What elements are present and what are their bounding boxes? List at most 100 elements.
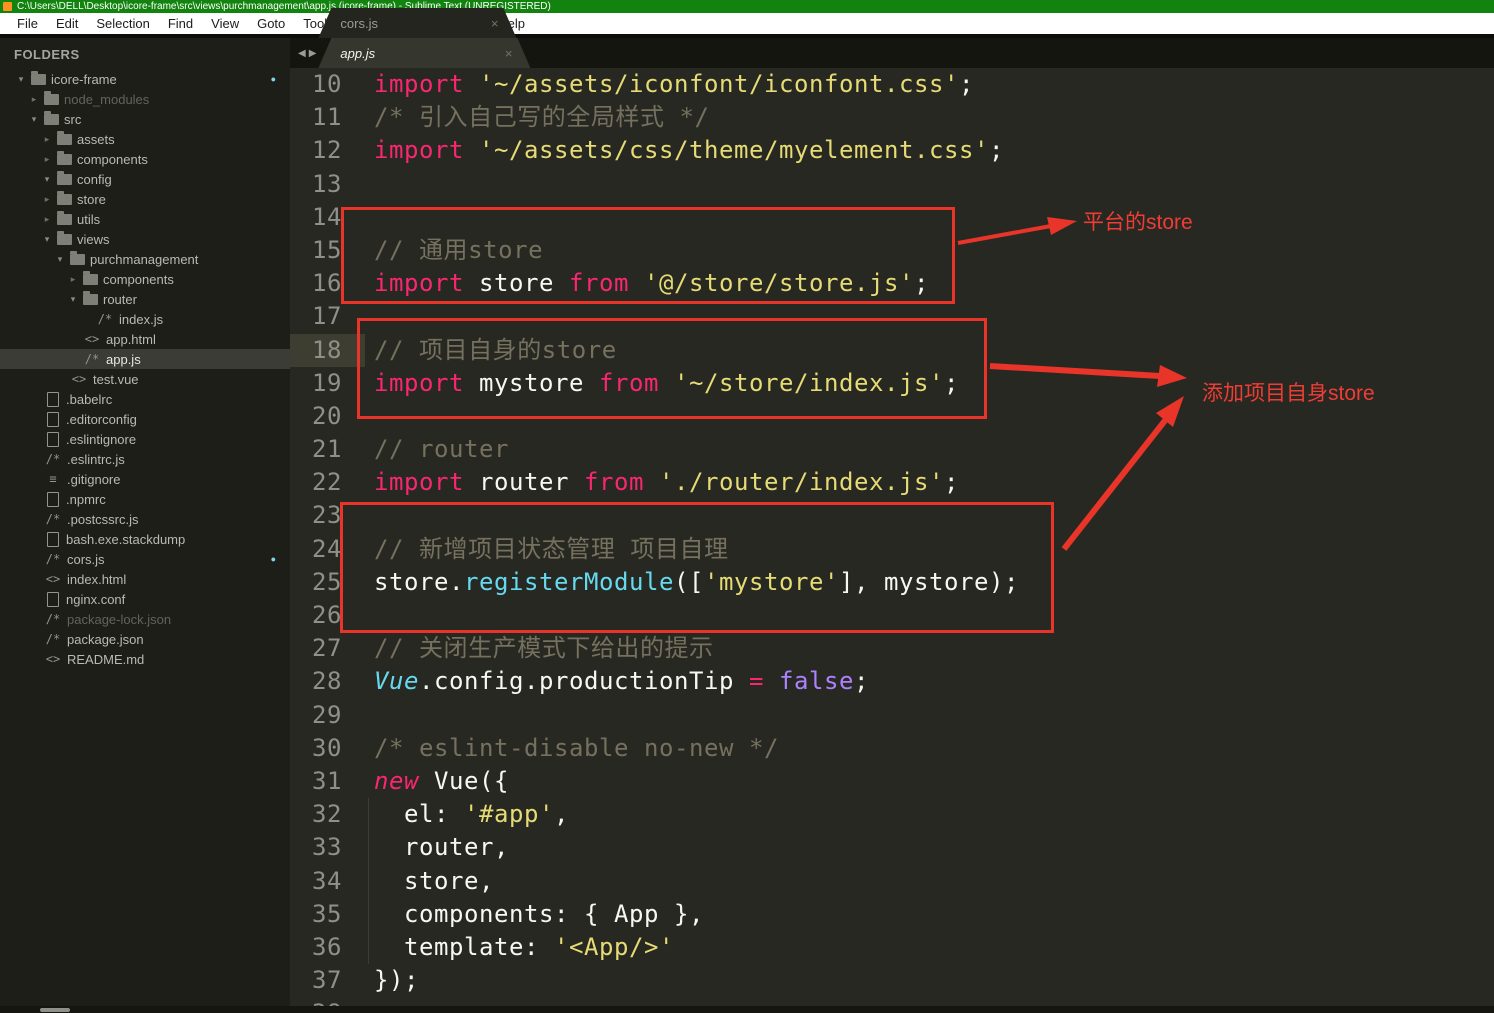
code-line-15[interactable]: 15// 通用store bbox=[290, 234, 1494, 267]
code-line-24[interactable]: 24// 新增项目状态管理 项目自理 bbox=[290, 533, 1494, 566]
tab-app-js[interactable]: app.js× bbox=[318, 38, 530, 68]
code-line-19[interactable]: 19import mystore from '~/store/index.js'… bbox=[290, 367, 1494, 400]
chevron-down-icon[interactable]: ▾ bbox=[42, 234, 52, 245]
menu-item-file[interactable]: File bbox=[8, 16, 47, 31]
tree-item-app-js[interactable]: /*app.js bbox=[0, 349, 290, 369]
tree-item-views[interactable]: ▾views bbox=[0, 229, 290, 249]
tree-item-router[interactable]: ▾router bbox=[0, 289, 290, 309]
tree-item-purchmanagement[interactable]: ▾purchmanagement bbox=[0, 249, 290, 269]
line-number: 27 bbox=[290, 632, 351, 665]
folder-icon bbox=[57, 134, 72, 145]
code-line-29[interactable]: 29 bbox=[290, 699, 1494, 732]
tree-item-assets[interactable]: ▸assets bbox=[0, 129, 290, 149]
chevron-down-icon[interactable]: ▾ bbox=[42, 174, 52, 185]
code-text: template: '<App/>' bbox=[351, 931, 674, 964]
chevron-right-icon[interactable]: ▸ bbox=[42, 134, 52, 145]
chevron-down-icon[interactable]: ▾ bbox=[68, 294, 78, 305]
markup-file-icon: <> bbox=[70, 372, 88, 386]
close-icon[interactable]: × bbox=[491, 16, 499, 31]
code-line-32[interactable]: 32 el: '#app', bbox=[290, 798, 1494, 831]
chevron-right-icon[interactable]: ▸ bbox=[42, 154, 52, 165]
tree-item-babelrc[interactable]: .babelrc bbox=[0, 389, 290, 409]
code-editor[interactable]: 10import '~/assets/iconfont/iconfont.css… bbox=[290, 68, 1494, 1006]
code-line-27[interactable]: 27// 关闭生产模式下给出的提示 bbox=[290, 632, 1494, 665]
tree-item-eslintignore[interactable]: .eslintignore bbox=[0, 429, 290, 449]
tree-item-app-html[interactable]: <>app.html bbox=[0, 329, 290, 349]
code-line-25[interactable]: 25store.registerModule(['mystore'], myst… bbox=[290, 566, 1494, 599]
code-token: // 新增项目状态管理 项目自理 bbox=[374, 535, 729, 563]
line-number: 19 bbox=[290, 367, 351, 400]
code-line-28[interactable]: 28Vue.config.productionTip = false; bbox=[290, 665, 1494, 698]
code-line-26[interactable]: 26 bbox=[290, 599, 1494, 632]
menu-item-edit[interactable]: Edit bbox=[47, 16, 87, 31]
code-text bbox=[351, 599, 374, 632]
tree-item-icore-frame[interactable]: ▾icore-frame● bbox=[0, 69, 290, 89]
close-icon[interactable]: × bbox=[505, 46, 513, 61]
tree-item-editorconfig[interactable]: .editorconfig bbox=[0, 409, 290, 429]
code-text bbox=[351, 168, 374, 201]
code-line-14[interactable]: 14 bbox=[290, 201, 1494, 234]
tab-cors-js[interactable]: cors.js× bbox=[318, 8, 516, 38]
tree-item-postcssrc-js[interactable]: /*.postcssrc.js bbox=[0, 509, 290, 529]
chevron-right-icon[interactable]: ▸ bbox=[29, 94, 39, 105]
code-line-33[interactable]: 33 router, bbox=[290, 831, 1494, 864]
chevron-down-icon[interactable]: ▾ bbox=[29, 114, 39, 125]
code-line-34[interactable]: 34 store, bbox=[290, 865, 1494, 898]
tree-item-package-json[interactable]: /*package.json bbox=[0, 629, 290, 649]
menu-item-find[interactable]: Find bbox=[159, 16, 202, 31]
tree-item-label: .eslintrc.js bbox=[67, 452, 125, 467]
tree-item-index-html[interactable]: <>index.html bbox=[0, 569, 290, 589]
code-token: store. bbox=[374, 568, 464, 596]
tree-item-eslintrc-js[interactable]: /*.eslintrc.js bbox=[0, 449, 290, 469]
menu-item-goto[interactable]: Goto bbox=[248, 16, 294, 31]
tree-item-store[interactable]: ▸store bbox=[0, 189, 290, 209]
tab-prev-icon[interactable]: ◀ bbox=[298, 48, 309, 59]
menu-item-view[interactable]: View bbox=[202, 16, 248, 31]
tree-item-gitignore[interactable]: ≡.gitignore bbox=[0, 469, 290, 489]
tree-item-package-lock-json[interactable]: /*package-lock.json bbox=[0, 609, 290, 629]
tab-next-icon[interactable]: ▶ bbox=[309, 48, 320, 59]
tab-scroll-arrows[interactable]: ◀▶ bbox=[298, 48, 319, 59]
title-bar: C:\Users\DELL\Desktop\icore-frame\src\vi… bbox=[0, 0, 1494, 13]
tree-item-readme-md[interactable]: <>README.md bbox=[0, 649, 290, 669]
code-line-11[interactable]: 11/* 引入自己写的全局样式 */ bbox=[290, 101, 1494, 134]
tree-item-npmrc[interactable]: .npmrc bbox=[0, 489, 290, 509]
tree-item-bash-exe-stackdump[interactable]: bash.exe.stackdump bbox=[0, 529, 290, 549]
tree-item-cors-js[interactable]: /*cors.js● bbox=[0, 549, 290, 569]
tree-item-index-js[interactable]: /*index.js bbox=[0, 309, 290, 329]
tree-item-node-modules[interactable]: ▸node_modules bbox=[0, 89, 290, 109]
code-line-37[interactable]: 37}); bbox=[290, 964, 1494, 997]
code-line-13[interactable]: 13 bbox=[290, 168, 1494, 201]
tree-item-components[interactable]: ▸components bbox=[0, 269, 290, 289]
code-line-22[interactable]: 22import router from './router/index.js'… bbox=[290, 466, 1494, 499]
code-line-35[interactable]: 35 components: { App }, bbox=[290, 898, 1494, 931]
code-line-36[interactable]: 36 template: '<App/>' bbox=[290, 931, 1494, 964]
menu-item-selection[interactable]: Selection bbox=[87, 16, 158, 31]
code-line-12[interactable]: 12import '~/assets/css/theme/myelement.c… bbox=[290, 134, 1494, 167]
chevron-right-icon[interactable]: ▸ bbox=[68, 274, 78, 285]
code-token: ; bbox=[989, 136, 1004, 164]
code-line-16[interactable]: 16import store from '@/store/store.js'; bbox=[290, 267, 1494, 300]
chevron-down-icon[interactable]: ▾ bbox=[55, 254, 65, 265]
line-number: 33 bbox=[290, 831, 351, 864]
chevron-right-icon[interactable]: ▸ bbox=[42, 214, 52, 225]
code-line-20[interactable]: 20 bbox=[290, 400, 1494, 433]
tree-item-utils[interactable]: ▸utils bbox=[0, 209, 290, 229]
code-token: '#app' bbox=[464, 800, 554, 828]
tree-item-config[interactable]: ▾config bbox=[0, 169, 290, 189]
tree-item-nginx-conf[interactable]: nginx.conf bbox=[0, 589, 290, 609]
code-line-18[interactable]: 18// 项目自身的store bbox=[290, 334, 1494, 367]
chevron-down-icon[interactable]: ▾ bbox=[16, 74, 26, 85]
line-number: 31 bbox=[290, 765, 351, 798]
code-line-30[interactable]: 30/* eslint-disable no-new */ bbox=[290, 732, 1494, 765]
tree-item-src[interactable]: ▾src bbox=[0, 109, 290, 129]
code-line-10[interactable]: 10import '~/assets/iconfont/iconfont.css… bbox=[290, 68, 1494, 101]
code-line-23[interactable]: 23 bbox=[290, 499, 1494, 532]
code-line-21[interactable]: 21// router bbox=[290, 433, 1494, 466]
chevron-right-icon[interactable]: ▸ bbox=[42, 194, 52, 205]
code-line-17[interactable]: 17 bbox=[290, 300, 1494, 333]
tree-item-components[interactable]: ▸components bbox=[0, 149, 290, 169]
code-line-38[interactable]: 38 bbox=[290, 997, 1494, 1006]
tree-item-test-vue[interactable]: <>test.vue bbox=[0, 369, 290, 389]
code-line-31[interactable]: 31new Vue({ bbox=[290, 765, 1494, 798]
